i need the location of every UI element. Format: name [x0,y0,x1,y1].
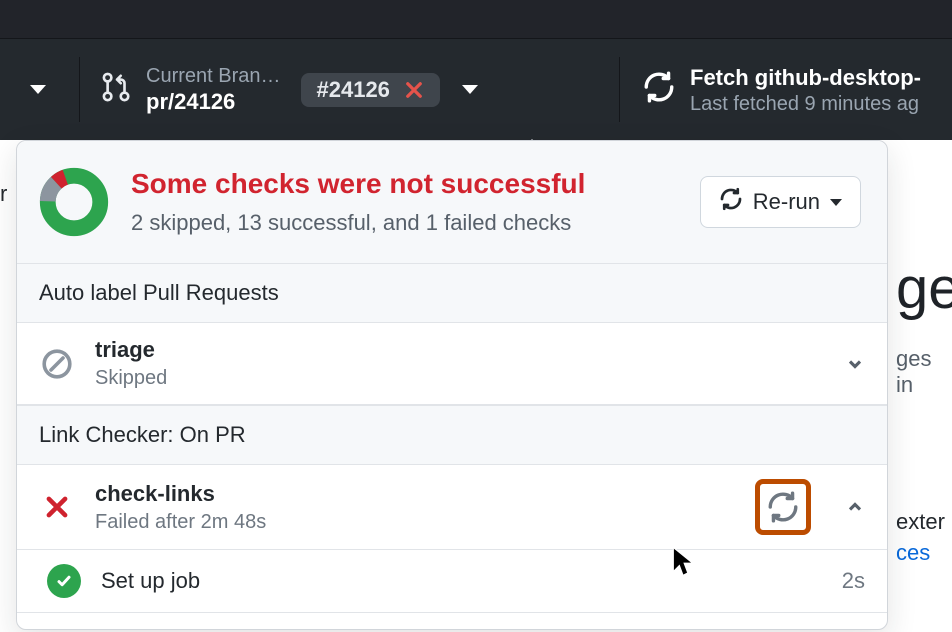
mouse-cursor-icon [670,545,696,584]
branch-value: pr/24126 [146,89,281,115]
bg-text-fragment: r [0,181,7,207]
branch-selector[interactable]: Current Bran… pr/24126 #24126 [80,39,620,140]
workflow-header: Link Checker: On PR [17,405,887,465]
step-duration: 2s [842,568,865,594]
checks-donut-chart [39,167,109,237]
app-header: Current Bran… pr/24126 #24126 Fetch gith… [0,38,952,140]
pr-status-pill[interactable]: #24126 [301,73,440,107]
step-row-setup[interactable]: Set up job 2s [17,550,887,613]
job-row-triage[interactable]: triage Skipped [17,323,887,405]
chevron-up-icon[interactable] [845,497,865,517]
bg-link-fragment[interactable]: ces [896,540,930,566]
branch-label: Current Bran… [146,65,281,87]
caret-down-icon [30,85,46,94]
git-pull-request-icon [102,70,132,109]
job-name: check-links [95,481,735,507]
skip-icon [39,348,75,380]
job-row-check-links[interactable]: check-links Failed after 2m 48s [17,465,887,550]
pr-number: #24126 [317,77,390,103]
bg-text-fragment: ge [896,255,952,322]
x-fail-icon [39,494,75,520]
ci-checks-popover: Some checks were not successful 2 skippe… [16,140,888,630]
rerun-button[interactable]: Re-run [700,176,861,228]
job-status: Skipped [95,367,825,390]
step-name: Set up job [101,568,822,594]
checks-summary-header: Some checks were not successful 2 skippe… [17,141,887,264]
job-status: Failed after 2m 48s [95,511,735,534]
job-name: triage [95,337,825,363]
bg-text-fragment: exter [896,509,945,535]
repo-dropdown-caret[interactable] [0,39,80,140]
bg-text-fragment: ges in [896,346,952,398]
checks-list[interactable]: Auto label Pull Requests triage Skipped … [17,264,887,629]
sync-icon [719,187,743,217]
fetch-sub: Last fetched 9 minutes ag [690,93,921,115]
window-titlebar [0,0,952,38]
checks-summary-title: Some checks were not successful [131,168,678,200]
check-success-icon [47,564,81,598]
checks-summary-subtitle: 2 skipped, 13 successful, and 1 failed c… [131,210,678,236]
workflow-header: Auto label Pull Requests [17,264,887,323]
caret-down-icon [830,199,842,206]
caret-down-icon [462,85,478,94]
retry-job-button[interactable] [755,479,811,535]
fetch-button[interactable]: Fetch github-desktop- Last fetched 9 min… [620,39,952,140]
sync-icon [642,70,676,109]
chevron-down-icon[interactable] [845,354,865,374]
x-fail-icon [404,80,424,100]
fetch-label: Fetch github-desktop- [690,65,921,91]
rerun-label: Re-run [753,189,820,215]
